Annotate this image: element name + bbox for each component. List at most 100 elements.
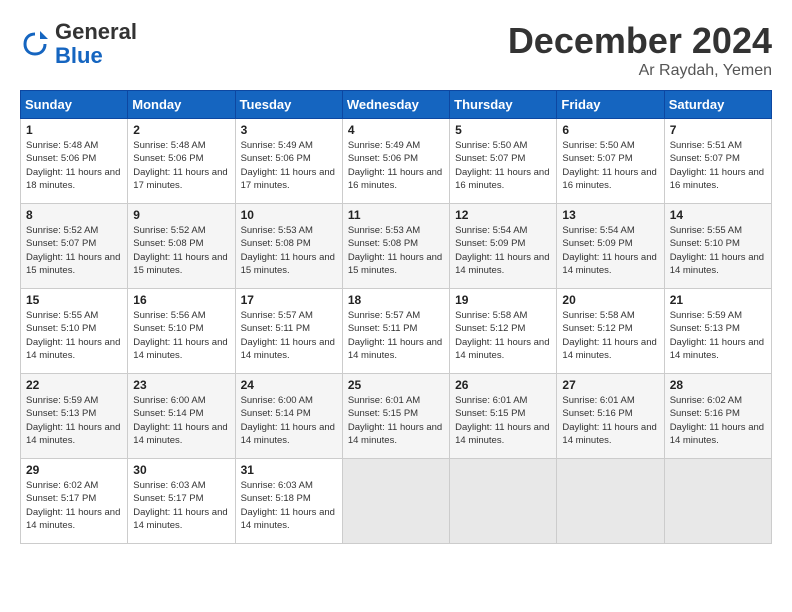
day-number: 31: [241, 463, 337, 477]
calendar-cell: 8 Sunrise: 5:52 AM Sunset: 5:07 PM Dayli…: [21, 204, 128, 289]
day-info: Sunrise: 5:49 AM Sunset: 5:06 PM Dayligh…: [348, 139, 444, 192]
calendar-cell: 6 Sunrise: 5:50 AM Sunset: 5:07 PM Dayli…: [557, 119, 664, 204]
logo-general-text: General: [55, 19, 137, 44]
calendar-cell: 12 Sunrise: 5:54 AM Sunset: 5:09 PM Dayl…: [450, 204, 557, 289]
calendar-cell: 15 Sunrise: 5:55 AM Sunset: 5:10 PM Dayl…: [21, 289, 128, 374]
calendar-cell: 11 Sunrise: 5:53 AM Sunset: 5:08 PM Dayl…: [342, 204, 449, 289]
day-number: 15: [26, 293, 122, 307]
calendar-cell: 20 Sunrise: 5:58 AM Sunset: 5:12 PM Dayl…: [557, 289, 664, 374]
day-info: Sunrise: 6:00 AM Sunset: 5:14 PM Dayligh…: [241, 394, 337, 447]
day-number: 2: [133, 123, 229, 137]
day-info: Sunrise: 5:56 AM Sunset: 5:10 PM Dayligh…: [133, 309, 229, 362]
day-info: Sunrise: 6:01 AM Sunset: 5:16 PM Dayligh…: [562, 394, 658, 447]
day-info: Sunrise: 5:52 AM Sunset: 5:07 PM Dayligh…: [26, 224, 122, 277]
day-info: Sunrise: 5:53 AM Sunset: 5:08 PM Dayligh…: [241, 224, 337, 277]
day-number: 27: [562, 378, 658, 392]
calendar-cell: [342, 459, 449, 544]
calendar-cell: 13 Sunrise: 5:54 AM Sunset: 5:09 PM Dayl…: [557, 204, 664, 289]
day-info: Sunrise: 5:53 AM Sunset: 5:08 PM Dayligh…: [348, 224, 444, 277]
calendar-cell: 26 Sunrise: 6:01 AM Sunset: 5:15 PM Dayl…: [450, 374, 557, 459]
calendar-week-row: 22 Sunrise: 5:59 AM Sunset: 5:13 PM Dayl…: [21, 374, 772, 459]
day-number: 5: [455, 123, 551, 137]
day-number: 20: [562, 293, 658, 307]
day-info: Sunrise: 5:58 AM Sunset: 5:12 PM Dayligh…: [562, 309, 658, 362]
day-number: 4: [348, 123, 444, 137]
calendar-cell: 4 Sunrise: 5:49 AM Sunset: 5:06 PM Dayli…: [342, 119, 449, 204]
day-number: 6: [562, 123, 658, 137]
day-info: Sunrise: 5:51 AM Sunset: 5:07 PM Dayligh…: [670, 139, 766, 192]
day-number: 10: [241, 208, 337, 222]
day-number: 30: [133, 463, 229, 477]
day-info: Sunrise: 5:54 AM Sunset: 5:09 PM Dayligh…: [562, 224, 658, 277]
calendar-cell: 3 Sunrise: 5:49 AM Sunset: 5:06 PM Dayli…: [235, 119, 342, 204]
calendar-cell: 10 Sunrise: 5:53 AM Sunset: 5:08 PM Dayl…: [235, 204, 342, 289]
calendar-cell: 9 Sunrise: 5:52 AM Sunset: 5:08 PM Dayli…: [128, 204, 235, 289]
calendar-cell: [450, 459, 557, 544]
day-info: Sunrise: 5:55 AM Sunset: 5:10 PM Dayligh…: [26, 309, 122, 362]
day-info: Sunrise: 5:58 AM Sunset: 5:12 PM Dayligh…: [455, 309, 551, 362]
day-number: 21: [670, 293, 766, 307]
calendar-cell: 30 Sunrise: 6:03 AM Sunset: 5:17 PM Dayl…: [128, 459, 235, 544]
calendar-cell: 1 Sunrise: 5:48 AM Sunset: 5:06 PM Dayli…: [21, 119, 128, 204]
day-number: 7: [670, 123, 766, 137]
calendar-cell: 25 Sunrise: 6:01 AM Sunset: 5:15 PM Dayl…: [342, 374, 449, 459]
calendar-cell: 16 Sunrise: 5:56 AM Sunset: 5:10 PM Dayl…: [128, 289, 235, 374]
calendar-day-header: Thursday: [450, 91, 557, 119]
day-number: 19: [455, 293, 551, 307]
day-number: 28: [670, 378, 766, 392]
calendar-day-header: Wednesday: [342, 91, 449, 119]
calendar-week-row: 29 Sunrise: 6:02 AM Sunset: 5:17 PM Dayl…: [21, 459, 772, 544]
day-number: 24: [241, 378, 337, 392]
day-info: Sunrise: 6:03 AM Sunset: 5:17 PM Dayligh…: [133, 479, 229, 532]
day-number: 3: [241, 123, 337, 137]
day-number: 8: [26, 208, 122, 222]
calendar-cell: 5 Sunrise: 5:50 AM Sunset: 5:07 PM Dayli…: [450, 119, 557, 204]
day-info: Sunrise: 5:57 AM Sunset: 5:11 PM Dayligh…: [241, 309, 337, 362]
day-info: Sunrise: 5:49 AM Sunset: 5:06 PM Dayligh…: [241, 139, 337, 192]
day-info: Sunrise: 5:54 AM Sunset: 5:09 PM Dayligh…: [455, 224, 551, 277]
day-info: Sunrise: 6:00 AM Sunset: 5:14 PM Dayligh…: [133, 394, 229, 447]
calendar-day-header: Friday: [557, 91, 664, 119]
location: Ar Raydah, Yemen: [508, 62, 772, 80]
day-info: Sunrise: 5:52 AM Sunset: 5:08 PM Dayligh…: [133, 224, 229, 277]
calendar-day-header: Monday: [128, 91, 235, 119]
day-number: 29: [26, 463, 122, 477]
day-number: 12: [455, 208, 551, 222]
month-title: December 2024: [508, 20, 772, 62]
day-info: Sunrise: 5:50 AM Sunset: 5:07 PM Dayligh…: [562, 139, 658, 192]
day-info: Sunrise: 6:02 AM Sunset: 5:17 PM Dayligh…: [26, 479, 122, 532]
calendar-cell: 31 Sunrise: 6:03 AM Sunset: 5:18 PM Dayl…: [235, 459, 342, 544]
day-info: Sunrise: 6:01 AM Sunset: 5:15 PM Dayligh…: [455, 394, 551, 447]
day-number: 22: [26, 378, 122, 392]
calendar-cell: 24 Sunrise: 6:00 AM Sunset: 5:14 PM Dayl…: [235, 374, 342, 459]
day-info: Sunrise: 6:01 AM Sunset: 5:15 PM Dayligh…: [348, 394, 444, 447]
calendar-header-row: SundayMondayTuesdayWednesdayThursdayFrid…: [21, 91, 772, 119]
day-info: Sunrise: 5:57 AM Sunset: 5:11 PM Dayligh…: [348, 309, 444, 362]
calendar-cell: 7 Sunrise: 5:51 AM Sunset: 5:07 PM Dayli…: [664, 119, 771, 204]
calendar-week-row: 8 Sunrise: 5:52 AM Sunset: 5:07 PM Dayli…: [21, 204, 772, 289]
day-info: Sunrise: 6:02 AM Sunset: 5:16 PM Dayligh…: [670, 394, 766, 447]
day-number: 13: [562, 208, 658, 222]
calendar-day-header: Sunday: [21, 91, 128, 119]
day-number: 9: [133, 208, 229, 222]
calendar-table: SundayMondayTuesdayWednesdayThursdayFrid…: [20, 90, 772, 544]
calendar-cell: 28 Sunrise: 6:02 AM Sunset: 5:16 PM Dayl…: [664, 374, 771, 459]
day-number: 25: [348, 378, 444, 392]
calendar-cell: 19 Sunrise: 5:58 AM Sunset: 5:12 PM Dayl…: [450, 289, 557, 374]
day-info: Sunrise: 5:55 AM Sunset: 5:10 PM Dayligh…: [670, 224, 766, 277]
day-number: 14: [670, 208, 766, 222]
day-number: 17: [241, 293, 337, 307]
day-info: Sunrise: 5:48 AM Sunset: 5:06 PM Dayligh…: [26, 139, 122, 192]
day-number: 11: [348, 208, 444, 222]
calendar-cell: 14 Sunrise: 5:55 AM Sunset: 5:10 PM Dayl…: [664, 204, 771, 289]
day-info: Sunrise: 6:03 AM Sunset: 5:18 PM Dayligh…: [241, 479, 337, 532]
calendar-cell: [664, 459, 771, 544]
calendar-cell: 18 Sunrise: 5:57 AM Sunset: 5:11 PM Dayl…: [342, 289, 449, 374]
calendar-week-row: 15 Sunrise: 5:55 AM Sunset: 5:10 PM Dayl…: [21, 289, 772, 374]
day-info: Sunrise: 5:50 AM Sunset: 5:07 PM Dayligh…: [455, 139, 551, 192]
day-info: Sunrise: 5:59 AM Sunset: 5:13 PM Dayligh…: [26, 394, 122, 447]
calendar-cell: 2 Sunrise: 5:48 AM Sunset: 5:06 PM Dayli…: [128, 119, 235, 204]
day-number: 23: [133, 378, 229, 392]
calendar-body: 1 Sunrise: 5:48 AM Sunset: 5:06 PM Dayli…: [21, 119, 772, 544]
calendar-cell: 22 Sunrise: 5:59 AM Sunset: 5:13 PM Dayl…: [21, 374, 128, 459]
